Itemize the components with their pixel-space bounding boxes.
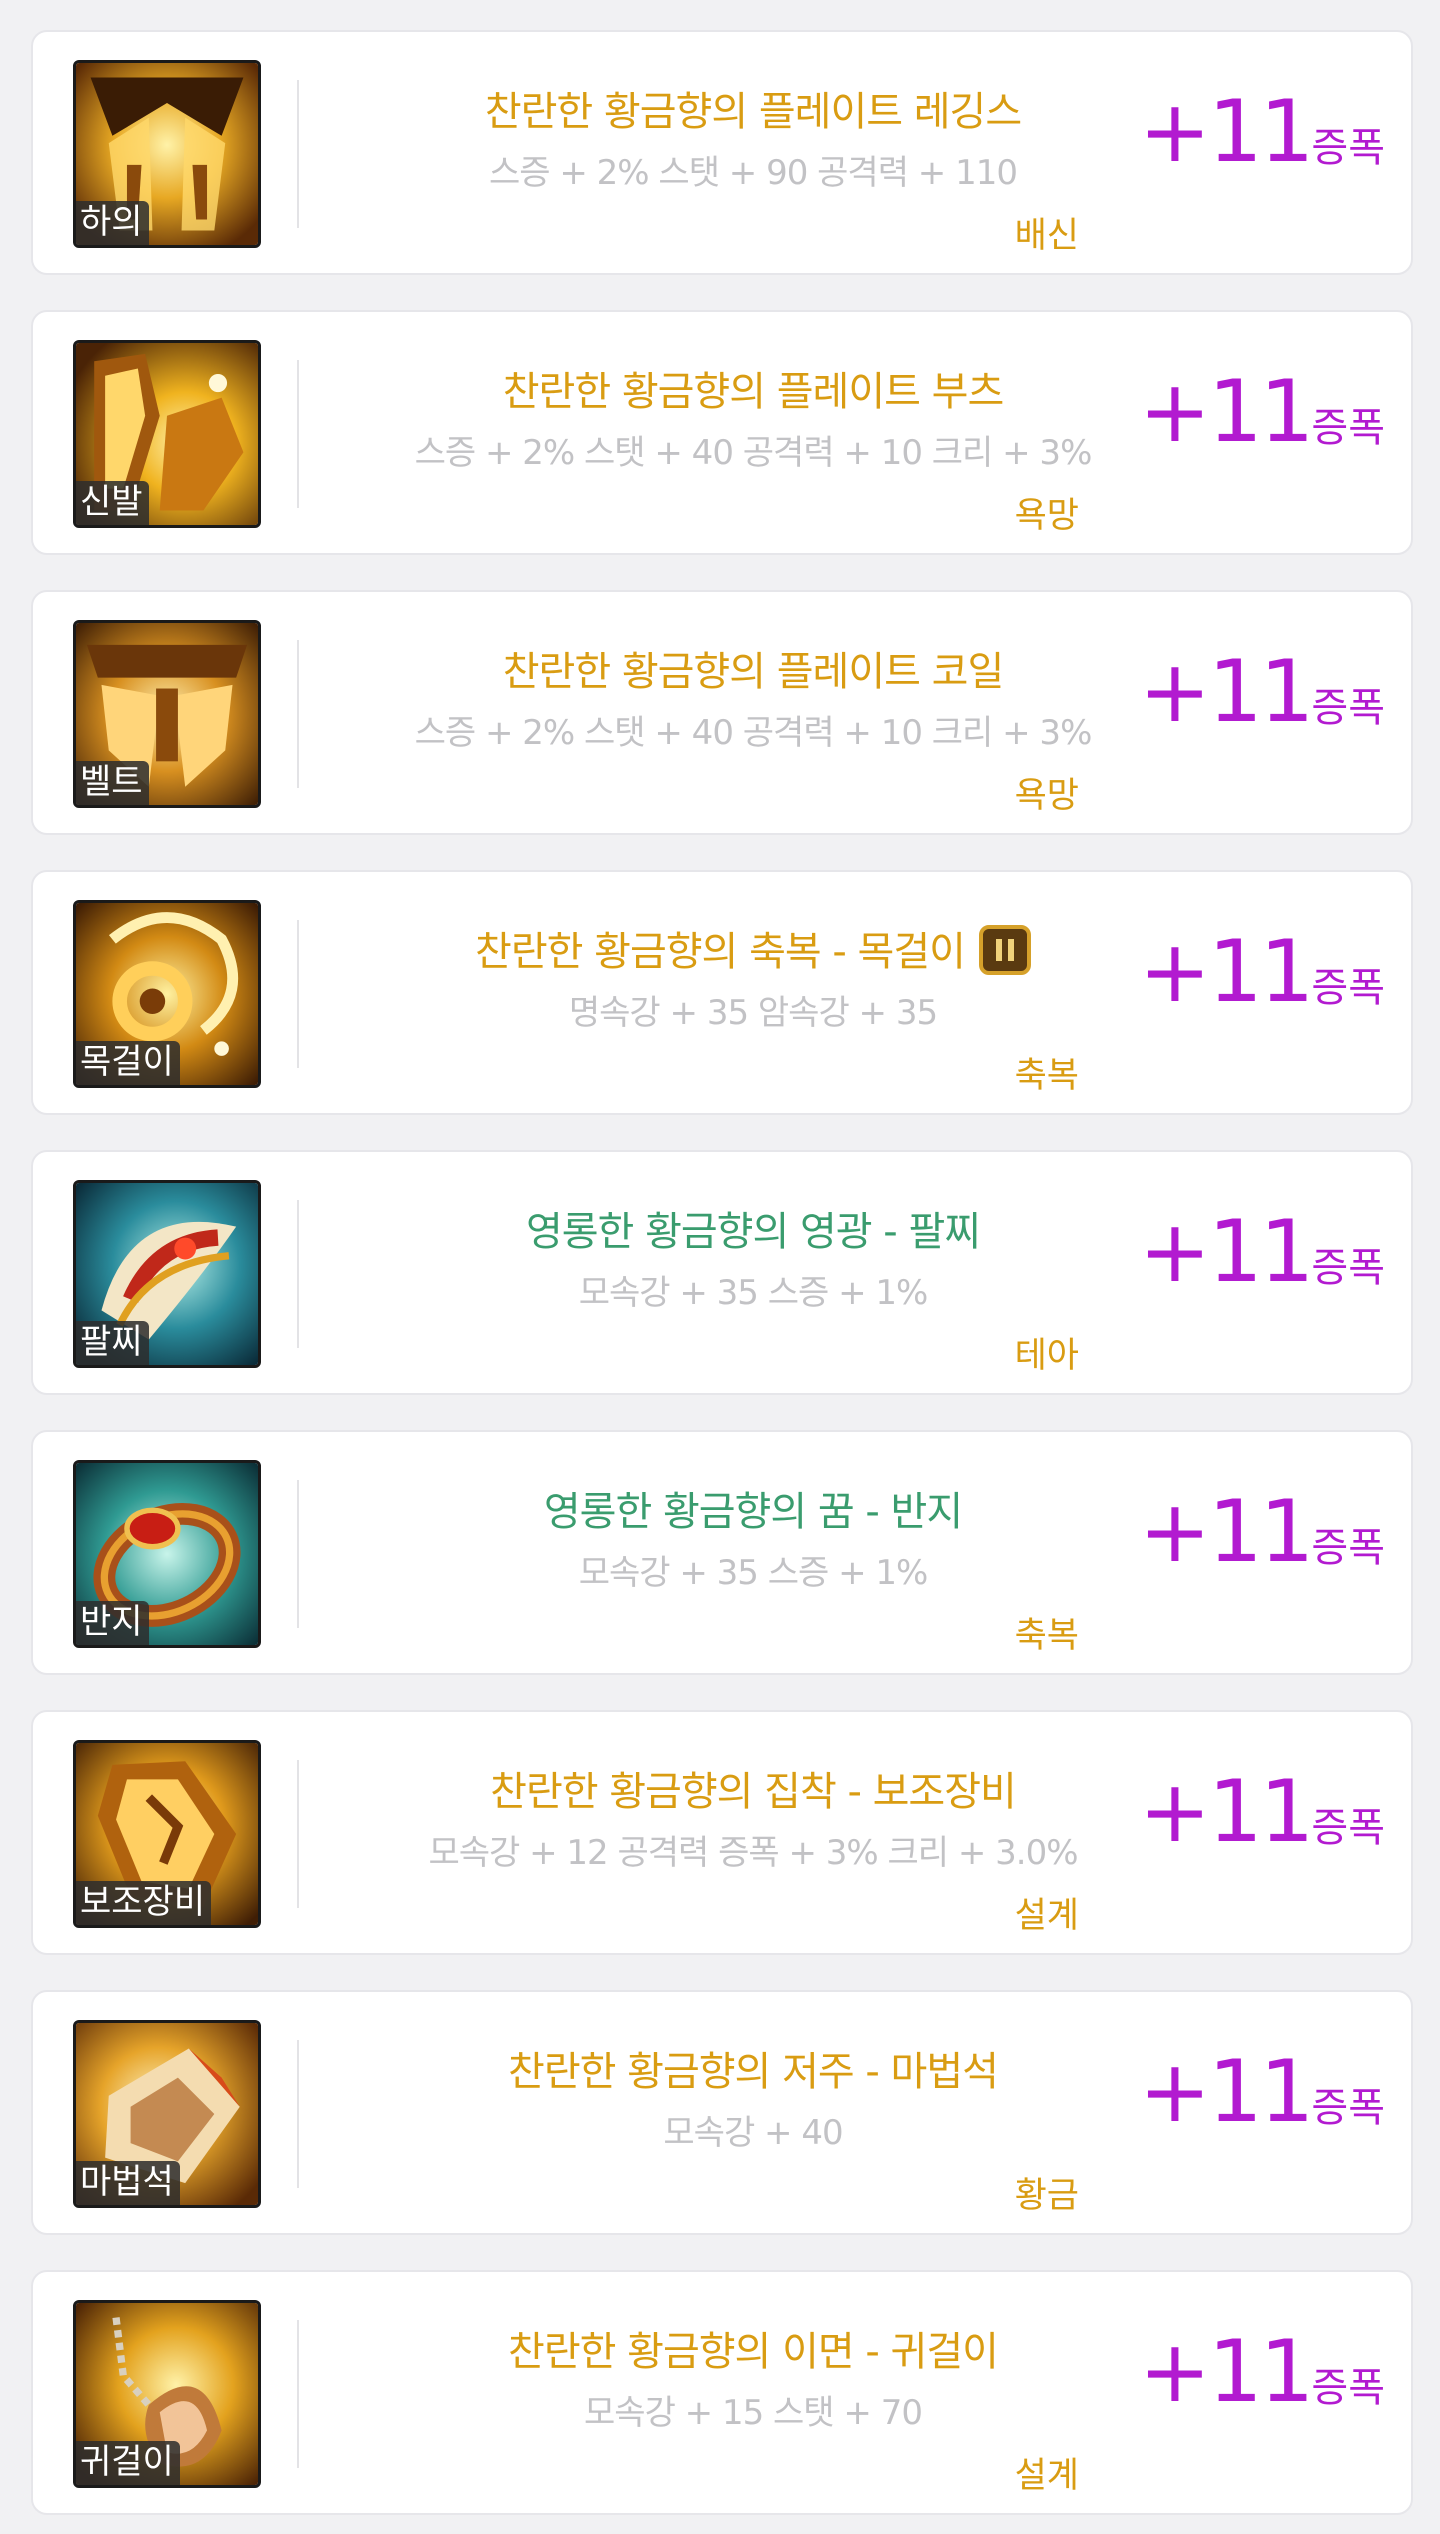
amplify-level-number: +11: [1138, 1202, 1314, 1302]
set-tag: 욕망: [1014, 776, 1079, 816]
item-name: 찬란한 황금향의 플레이트 레깅스: [484, 89, 1022, 135]
divider: [297, 80, 299, 228]
amplify-level: +11증폭: [1139, 2322, 1385, 2422]
bracelet-icon: 팔찌: [73, 1180, 261, 1368]
amplify-level: +11증폭: [1139, 922, 1385, 1022]
item-stats: 모속강 + 12 공격력 증폭 + 3% 크리 + 3.0%: [428, 1833, 1078, 1873]
equipment-card-bracelet[interactable]: 팔찌 영롱한 황금향의 영광 - 팔찌 모속강 + 35 스증 + 1% 테아 …: [31, 1150, 1413, 1395]
equipment-card-necklace[interactable]: 목걸이 찬란한 황금향의 축복 - 목걸이 명속강 + 35 암속강 + 35 …: [31, 870, 1413, 1115]
slot-label: 반지: [76, 1601, 149, 1645]
amplify-level: +11증폭: [1139, 2042, 1385, 2142]
amplify-level-unit: 증폭: [1311, 685, 1385, 731]
divider: [297, 1480, 299, 1628]
item-name: 영롱한 황금향의 꿈 - 반지: [543, 1489, 963, 1535]
set-tag: 배신: [1014, 216, 1079, 256]
amplify-level-unit: 증폭: [1311, 1805, 1385, 1851]
plate-boots-icon: 신발: [73, 340, 261, 528]
slot-label: 마법석: [76, 2161, 180, 2205]
equipment-card-pants[interactable]: 하의 찬란한 황금향의 플레이트 레깅스 스증 + 2% 스탯 + 90 공격력…: [31, 30, 1413, 275]
amplify-level-unit: 증폭: [1311, 1525, 1385, 1571]
amplify-level-number: +11: [1138, 922, 1314, 1022]
set-tag: 축복: [1014, 1056, 1079, 1096]
amplify-level-unit: 증폭: [1311, 965, 1385, 1011]
plate-leggings-icon: 하의: [73, 60, 261, 248]
item-stats: 모속강 + 40: [663, 2113, 843, 2153]
item-stats: 스증 + 2% 스탯 + 40 공격력 + 10 크리 + 3%: [414, 713, 1093, 753]
slot-label: 보조장비: [76, 1881, 212, 1925]
item-name: 영롱한 황금향의 영광 - 팔찌: [525, 1209, 981, 1255]
amplify-level-unit: 증폭: [1311, 125, 1385, 171]
set-tag: 설계: [1014, 1896, 1079, 1936]
divider: [297, 360, 299, 508]
equipment-card-belt[interactable]: 벨트 찬란한 황금향의 플레이트 코일 스증 + 2% 스탯 + 40 공격력 …: [31, 590, 1413, 835]
item-stats: 모속강 + 35 스증 + 1%: [578, 1273, 929, 1313]
item-name: 찬란한 황금향의 이면 - 귀걸이: [508, 2329, 999, 2375]
amplify-level-number: +11: [1138, 362, 1314, 462]
plate-coil-belt-icon: 벨트: [73, 620, 261, 808]
sub-equipment-icon: 보조장비: [73, 1740, 261, 1928]
slot-label: 팔찌: [76, 1321, 149, 1365]
amplify-level: +11증폭: [1139, 362, 1385, 462]
equipment-card-earring[interactable]: 귀걸이 찬란한 황금향의 이면 - 귀걸이 모속강 + 15 스탯 + 70 설…: [31, 2270, 1413, 2515]
divider: [297, 920, 299, 1068]
set-tag: 황금: [1014, 2176, 1079, 2216]
amplify-level-unit: 증폭: [1311, 2085, 1385, 2131]
item-stats: 명속강 + 35 암속강 + 35: [568, 993, 938, 1033]
amplify-level-number: +11: [1138, 1762, 1314, 1862]
slot-label: 신발: [76, 481, 149, 525]
amplify-level-number: +11: [1138, 2322, 1314, 2422]
slot-label: 목걸이: [76, 1041, 180, 1085]
equipment-card-shoes[interactable]: 신발 찬란한 황금향의 플레이트 부츠 스증 + 2% 스탯 + 40 공격력 …: [31, 310, 1413, 555]
item-stats: 스증 + 2% 스탯 + 40 공격력 + 10 크리 + 3%: [414, 433, 1093, 473]
set-tag: 욕망: [1014, 496, 1079, 536]
equipment-card-ring[interactable]: 반지 영롱한 황금향의 꿈 - 반지 모속강 + 35 스증 + 1% 축복 +…: [31, 1430, 1413, 1675]
amplify-level-number: +11: [1138, 2042, 1314, 2142]
item-name: 찬란한 황금향의 플레이트 코일: [502, 649, 1005, 695]
amplify-level: +11증폭: [1139, 1482, 1385, 1582]
slot-label: 벨트: [76, 761, 149, 805]
amplify-level: +11증폭: [1139, 82, 1385, 182]
amplify-level: +11증폭: [1139, 642, 1385, 742]
ring-icon: 반지: [73, 1460, 261, 1648]
amplify-level-number: +11: [1138, 82, 1314, 182]
amplify-level-unit: 증폭: [1311, 2365, 1385, 2411]
equipment-card-magic-stone[interactable]: 마법석 찬란한 황금향의 저주 - 마법석 모속강 + 40 황금 +11증폭: [31, 1990, 1413, 2235]
amplify-level: +11증폭: [1139, 1202, 1385, 1302]
set-tag: 설계: [1014, 2456, 1079, 2496]
item-name: 찬란한 황금향의 축복 - 목걸이: [315, 925, 1191, 979]
amplify-level-number: +11: [1138, 642, 1314, 742]
pause-badge-icon: [978, 925, 1031, 975]
divider: [297, 2040, 299, 2188]
slot-label: 귀걸이: [76, 2441, 180, 2485]
earring-icon: 귀걸이: [73, 2300, 261, 2488]
divider: [297, 1200, 299, 1348]
set-tag: 테아: [1014, 1336, 1079, 1376]
divider: [297, 1760, 299, 1908]
set-tag: 축복: [1014, 1616, 1079, 1656]
item-stats: 스증 + 2% 스탯 + 90 공격력 + 110: [489, 153, 1018, 193]
amplify-level-unit: 증폭: [1311, 405, 1385, 451]
magic-stone-icon: 마법석: [73, 2020, 261, 2208]
divider: [297, 640, 299, 788]
necklace-icon: 목걸이: [73, 900, 261, 1088]
item-name-text: 찬란한 황금향의 축복 - 목걸이: [475, 929, 966, 975]
item-name: 찬란한 황금향의 플레이트 부츠: [502, 369, 1005, 415]
item-name: 찬란한 황금향의 저주 - 마법석: [508, 2049, 999, 2095]
amplify-level: +11증폭: [1139, 1762, 1385, 1862]
divider: [297, 2320, 299, 2468]
slot-label: 하의: [76, 201, 149, 245]
amplify-level-unit: 증폭: [1311, 1245, 1385, 1291]
item-stats: 모속강 + 35 스증 + 1%: [578, 1553, 929, 1593]
item-stats: 모속강 + 15 스탯 + 70: [584, 2393, 923, 2433]
item-name: 찬란한 황금향의 집착 - 보조장비: [490, 1769, 1017, 1815]
amplify-level-number: +11: [1138, 1482, 1314, 1582]
equipment-card-sub-equipment[interactable]: 보조장비 찬란한 황금향의 집착 - 보조장비 모속강 + 12 공격력 증폭 …: [31, 1710, 1413, 1955]
equipment-list: 하의 찬란한 황금향의 플레이트 레깅스 스증 + 2% 스탯 + 90 공격력…: [0, 0, 1440, 2534]
